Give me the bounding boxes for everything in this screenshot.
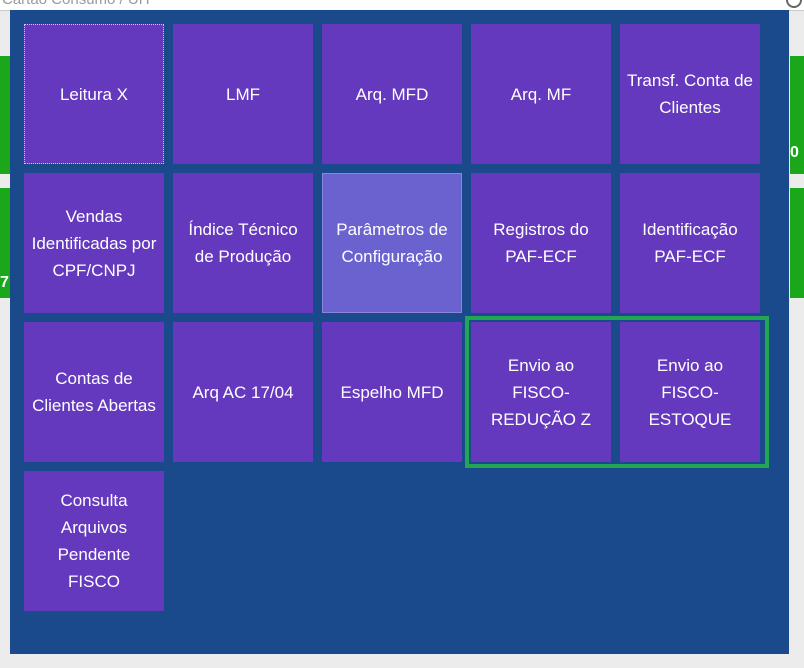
tile-label: Espelho MFD	[340, 382, 444, 402]
tile-envio-fisco-reducao-z[interactable]: Envio ao FISCO-REDUÇÃO Z	[471, 322, 611, 462]
background-tile-left-2-value: 7	[0, 274, 9, 291]
tile-lmf[interactable]: LMF	[173, 24, 313, 164]
search-icon	[786, 0, 802, 8]
tile-arq-mfd[interactable]: Arq. MFD	[322, 24, 462, 164]
tile-arq-ac-1704[interactable]: Arq AC 17/04	[173, 322, 313, 462]
tile-parametros-configuracao[interactable]: Parâmetros de Configuração	[322, 173, 462, 313]
tile-label: LMF	[226, 84, 260, 104]
tile-contas-clientes-abertas[interactable]: Contas de Clientes Abertas	[24, 322, 164, 462]
tile-registros-paf-ecf[interactable]: Registros do PAF-ECF	[471, 173, 611, 313]
fiscal-menu-dialog: Leitura X LMF Arq. MFD Arq. MF Transf. C…	[10, 10, 789, 654]
tile-espelho-mfd[interactable]: Espelho MFD	[322, 322, 462, 462]
tile-label: Leitura X	[59, 84, 129, 104]
tile-label: Índice Técnico de Produção	[188, 220, 298, 266]
tile-label: Arq AC 17/04	[192, 382, 294, 402]
search-input[interactable]: Cartão Consumo / UH	[2, 0, 150, 8]
tile-leitura-x[interactable]: Leitura X	[24, 24, 164, 164]
tile-consulta-arquivos-pendente-fisco[interactable]: Consulta Arquivos Pendente FISCO	[24, 471, 164, 611]
tile-label: Vendas Identificadas por CPF/CNPJ	[31, 206, 157, 280]
tile-label: Envio ao FISCO-REDUÇÃO Z	[490, 355, 592, 429]
background-tile-right-1-value: 0	[790, 144, 799, 161]
tile-label: Arq. MF	[510, 84, 572, 104]
tile-label: Contas de Clientes Abertas	[32, 369, 156, 415]
tile-label: Parâmetros de Configuração	[336, 220, 448, 266]
background-tile-right-1: 0	[790, 56, 804, 174]
tile-vendas-identificadas[interactable]: Vendas Identificadas por CPF/CNPJ	[24, 173, 164, 313]
tile-indice-tecnico-producao[interactable]: Índice Técnico de Produção	[173, 173, 313, 313]
tile-identificacao-paf-ecf[interactable]: Identificação PAF-ECF	[620, 173, 760, 313]
tile-label: Identificação PAF-ECF	[642, 220, 738, 266]
tile-label: Transf. Conta de Clientes	[627, 71, 753, 117]
tile-envio-fisco-estoque[interactable]: Envio ao FISCO-ESTOQUE	[620, 322, 760, 462]
tile-transf-conta-clientes[interactable]: Transf. Conta de Clientes	[620, 24, 760, 164]
tile-label: Envio ao FISCO-ESTOQUE	[648, 355, 732, 429]
tile-label: Consulta Arquivos Pendente FISCO	[57, 491, 131, 591]
tile-label: Registros do PAF-ECF	[493, 220, 589, 266]
background-tile-right-2	[790, 188, 804, 298]
tile-arq-mf[interactable]: Arq. MF	[471, 24, 611, 164]
tile-label: Arq. MFD	[355, 84, 429, 104]
